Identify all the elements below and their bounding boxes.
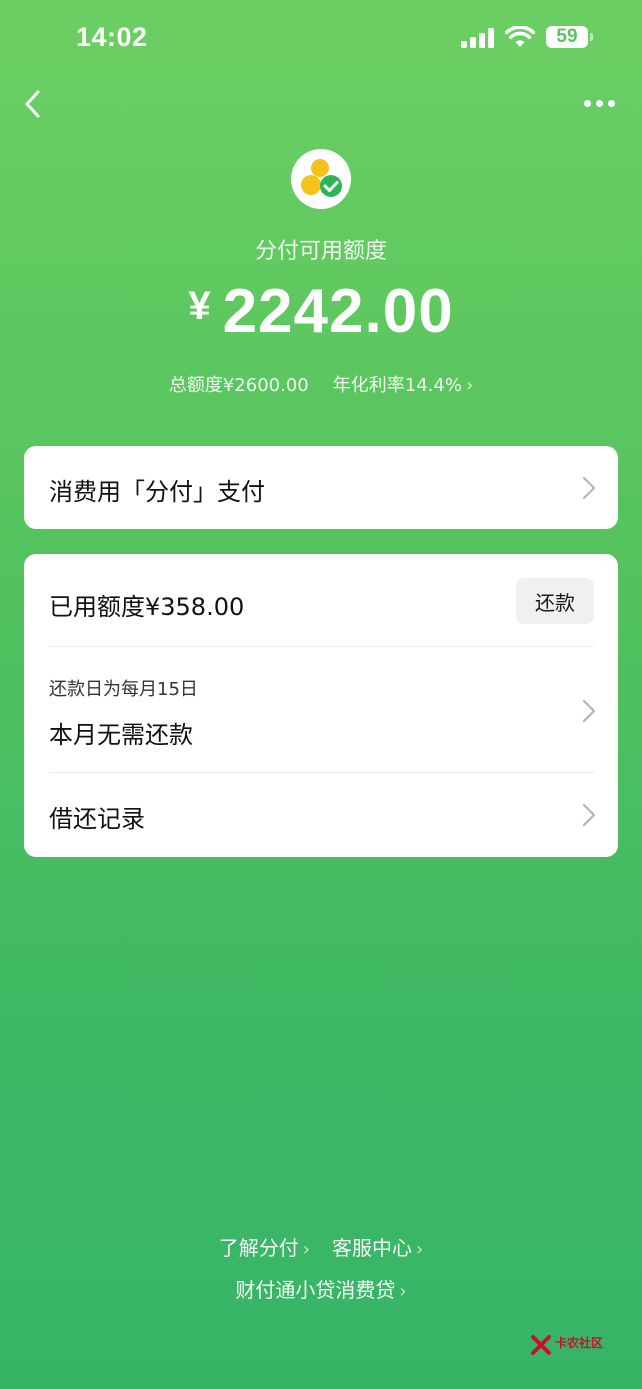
status-time: 14:02	[76, 22, 148, 52]
fenfu-logo-icon	[291, 149, 351, 209]
provider-footer: 财付通小贷消费贷 ›	[0, 1274, 642, 1303]
used-credit-label: 已用额度¥358.00	[49, 593, 245, 621]
repayment-date-row[interactable]: 还款日为每月15日 本月无需还款	[24, 647, 618, 772]
provider-link[interactable]: 财付通小贷消费贷 ›	[235, 1278, 406, 1302]
wifi-icon	[505, 26, 535, 47]
repay-button[interactable]: 还款	[516, 578, 594, 624]
battery-indicator: 59	[546, 26, 588, 48]
learn-fenfu-link[interactable]: 了解分付 ›	[219, 1236, 310, 1260]
watermark: 卡农社区	[530, 1334, 610, 1360]
currency-symbol: ¥	[188, 284, 211, 328]
annual-rate-text[interactable]: 年化利率14.4%	[333, 375, 462, 396]
footer-links: 了解分付 › 客服中心 ›	[0, 1232, 642, 1261]
repayment-day-label: 还款日为每月15日	[49, 679, 198, 700]
watermark-text: 卡农社区	[555, 1336, 604, 1350]
battery-tip	[590, 33, 593, 41]
customer-service-label: 客服中心	[332, 1236, 412, 1260]
chevron-right-icon: ›	[416, 1239, 424, 1260]
total-limit-text: 总额度¥2600.00	[168, 375, 309, 396]
chevron-right-icon: ›	[465, 375, 474, 396]
repayment-status-text: 本月无需还款	[49, 721, 193, 749]
back-arrow-icon[interactable]	[20, 86, 50, 122]
pay-with-fenfu-label: 消费用「分付」支付	[49, 478, 265, 506]
chevron-right-icon	[582, 476, 596, 500]
customer-service-link[interactable]: 客服中心 ›	[332, 1236, 423, 1260]
borrow-repay-records-label: 借还记录	[49, 805, 145, 833]
chevron-right-icon	[582, 699, 596, 723]
available-credit-amount: ¥2242.00	[0, 276, 642, 347]
provider-label: 财付通小贷消费贷	[235, 1278, 396, 1302]
cellular-signal-icon	[461, 28, 495, 48]
chevron-right-icon: ›	[399, 1281, 407, 1302]
usage-card: 已用额度¥358.00 还款 还款日为每月15日 本月无需还款 借还记录	[24, 554, 618, 857]
chevron-right-icon: ›	[302, 1239, 310, 1260]
available-amount-value: 2242.00	[222, 277, 454, 346]
borrow-repay-records-row[interactable]: 借还记录	[24, 773, 618, 857]
credit-meta[interactable]: 总额度¥2600.00 年化利率14.4% ›	[0, 371, 642, 397]
more-options-icon[interactable]	[582, 94, 618, 114]
learn-fenfu-label: 了解分付	[218, 1236, 299, 1260]
status-bar: 14:02 59	[0, 0, 642, 80]
chevron-right-icon	[582, 803, 596, 827]
available-credit-label: 分付可用额度	[254, 239, 387, 264]
watermark-logo-icon	[531, 1335, 551, 1355]
pay-with-fenfu-card[interactable]: 消费用「分付」支付	[24, 446, 618, 529]
